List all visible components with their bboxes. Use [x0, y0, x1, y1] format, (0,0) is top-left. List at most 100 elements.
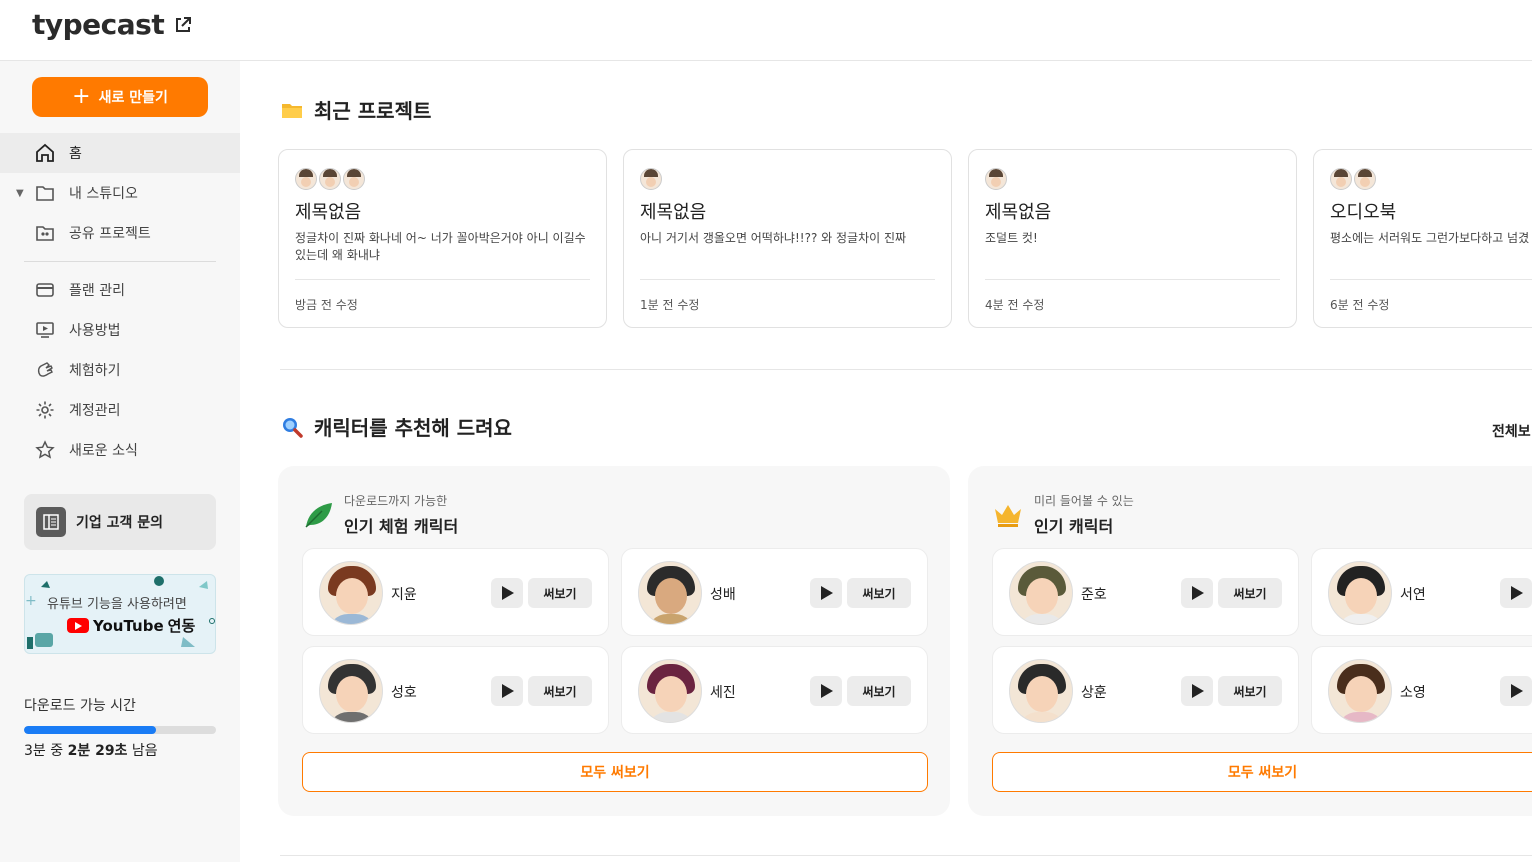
- try-button[interactable]: 써보기: [1218, 578, 1282, 608]
- project-desc: 아니 거기서 갱올오면 어떡하냐!!?? 와 정글차이 진짜: [640, 231, 907, 245]
- try-button[interactable]: 써보기: [528, 578, 592, 608]
- remaining-value: 2분 29초: [67, 743, 128, 759]
- panel-subtitle: 다운로드까지 가능한: [344, 494, 448, 508]
- character-card[interactable]: 상훈 써보기: [992, 646, 1299, 734]
- leaf-icon: [305, 502, 332, 528]
- avatar: [1328, 659, 1392, 723]
- character-name: 성배: [710, 587, 736, 603]
- card-divider: [1330, 279, 1532, 280]
- youtube-link-banner[interactable]: + 유튜브 기능을 사용하려면 YouTube 연동: [24, 574, 216, 654]
- play-button[interactable]: [810, 676, 842, 706]
- character-name: 성호: [391, 685, 417, 701]
- avatar: [319, 659, 383, 723]
- panel-heading: 다운로드까지 가능한 인기 체험 캐릭터: [302, 492, 458, 537]
- logo[interactable]: typecast: [32, 8, 192, 41]
- play-button[interactable]: [810, 578, 842, 608]
- try-all-button[interactable]: 모두 써보기: [302, 752, 928, 792]
- character-card[interactable]: 성배 써보기: [621, 548, 928, 636]
- character-card[interactable]: 성호 써보기: [302, 646, 609, 734]
- try-all-button[interactable]: 모두 써보기: [992, 752, 1532, 792]
- sidebar-item-plan[interactable]: 플랜 관리: [0, 270, 240, 310]
- external-link-icon: [176, 16, 192, 32]
- project-title: 오디오북: [1330, 202, 1397, 223]
- project-avatars: [295, 168, 365, 190]
- monitor-play-icon: [36, 322, 54, 338]
- download-progress-fill: [24, 726, 157, 734]
- sidebar: + 새로 만들기 홈 ▼ 내 스튜디오 공유 프로젝트 플랜 관리 사용방법 체…: [0, 61, 240, 862]
- popular-characters-panel: 미리 들어볼 수 있는 인기 캐릭터 준호 써보기 서연 상훈 써보기 소영 모…: [968, 466, 1532, 816]
- new-project-button[interactable]: + 새로 만들기: [32, 77, 208, 117]
- top-bar: typecast: [0, 0, 1532, 61]
- project-desc: 평소에는 서러워도 그런가보다하고 넘겼다 하나 하나에 의미를 두다보면 나만…: [1330, 231, 1530, 245]
- project-card[interactable]: 제목없음 조덜트 컷! 4분 전 수정: [968, 149, 1297, 328]
- section-title-text: 캐릭터를 추천해 드려요: [314, 416, 512, 440]
- building-icon: [36, 507, 66, 537]
- sidebar-item-label: 사용방법: [69, 323, 121, 339]
- project-desc: 정글차이 진짜 화나네 어~ 너가 꼴아박은거야 아니 이길수 있는데 왜 화내…: [295, 231, 586, 262]
- avatar: [1328, 561, 1392, 625]
- enterprise-inquiry-button[interactable]: 기업 고객 문의: [24, 494, 216, 550]
- sidebar-item-news[interactable]: 새로운 소식: [0, 430, 240, 470]
- avatar: [640, 168, 662, 190]
- project-card[interactable]: 제목없음 정글차이 진짜 화나네 어~ 너가 꼴아박은거야 아니 이길수 있는데…: [278, 149, 607, 328]
- try-button[interactable]: 써보기: [528, 676, 592, 706]
- card-divider: [985, 279, 1280, 280]
- trial-characters-panel: 다운로드까지 가능한 인기 체험 캐릭터 지윤 써보기 성배 써보기 성호 써보…: [278, 466, 950, 816]
- sidebar-item-label: 플랜 관리: [69, 283, 125, 299]
- download-time-label: 다운로드 가능 시간: [24, 698, 136, 714]
- section-divider: [280, 855, 1532, 856]
- project-time: 6분 전 수정: [1330, 298, 1390, 312]
- sidebar-item-shared-projects[interactable]: 공유 프로젝트: [0, 213, 240, 253]
- sidebar-item-howto[interactable]: 사용방법: [0, 310, 240, 350]
- view-all-link[interactable]: 전체보: [1492, 421, 1531, 441]
- avatar: [319, 168, 341, 190]
- project-time: 4분 전 수정: [985, 298, 1045, 312]
- project-avatars: [640, 168, 662, 190]
- play-button[interactable]: [1181, 578, 1213, 608]
- character-card[interactable]: 소영: [1311, 646, 1532, 734]
- character-card[interactable]: 지윤 써보기: [302, 548, 609, 636]
- project-time: 1분 전 수정: [640, 298, 700, 312]
- shared-folder-icon: [36, 226, 54, 241]
- section-title-text: 최근 프로젝트: [314, 99, 432, 123]
- try-button[interactable]: 써보기: [847, 578, 911, 608]
- character-card[interactable]: 서연: [1311, 548, 1532, 636]
- sidebar-item-my-studio[interactable]: ▼ 내 스튜디오: [0, 173, 240, 213]
- new-project-label: 새로 만들기: [98, 90, 168, 106]
- play-button[interactable]: [491, 676, 523, 706]
- character-card[interactable]: 준호 써보기: [992, 548, 1299, 636]
- try-button[interactable]: 써보기: [1218, 676, 1282, 706]
- panel-heading: 미리 들어볼 수 있는 인기 캐릭터: [992, 492, 1134, 537]
- youtube-suffix: 연동: [167, 617, 196, 635]
- try-button[interactable]: 써보기: [847, 676, 911, 706]
- sidebar-item-account[interactable]: 계정관리: [0, 390, 240, 430]
- sidebar-item-label: 계정관리: [69, 403, 121, 419]
- project-title: 제목없음: [295, 202, 362, 223]
- sidebar-divider: [24, 261, 216, 262]
- project-card[interactable]: 오디오북 평소에는 서러워도 그런가보다하고 넘겼다 하나 하나에 의미를 두다…: [1313, 149, 1532, 328]
- sidebar-item-label: 내 스튜디오: [69, 186, 138, 202]
- play-button[interactable]: [1181, 676, 1213, 706]
- avatar: [985, 168, 1007, 190]
- avatar: [1009, 659, 1073, 723]
- home-icon: [36, 143, 54, 162]
- sidebar-item-trial[interactable]: 체험하기: [0, 350, 240, 390]
- main-content: 최근 프로젝트 제목없음 정글차이 진짜 화나네 어~ 너가 꼴아박은거야 아니…: [240, 61, 1532, 862]
- folder-icon: [282, 103, 302, 118]
- play-button[interactable]: [1500, 676, 1532, 706]
- plus-icon: +: [72, 84, 91, 109]
- chevron-down-icon[interactable]: ▼: [16, 188, 24, 199]
- card-divider: [295, 279, 590, 280]
- character-name: 서연: [1400, 587, 1426, 603]
- sidebar-item-home[interactable]: 홈: [0, 133, 240, 173]
- avatar: [638, 561, 702, 625]
- sidebar-item-label: 새로운 소식: [69, 443, 138, 459]
- avatar: [343, 168, 365, 190]
- play-button[interactable]: [491, 578, 523, 608]
- logo-text: typecast: [32, 8, 165, 41]
- project-card[interactable]: 제목없음 아니 거기서 갱올오면 어떡하냐!!?? 와 정글차이 진짜 1분 전…: [623, 149, 952, 328]
- character-card[interactable]: 세진 써보기: [621, 646, 928, 734]
- star-icon: [35, 440, 55, 459]
- play-button[interactable]: [1500, 578, 1532, 608]
- hand-wave-icon: [37, 362, 53, 377]
